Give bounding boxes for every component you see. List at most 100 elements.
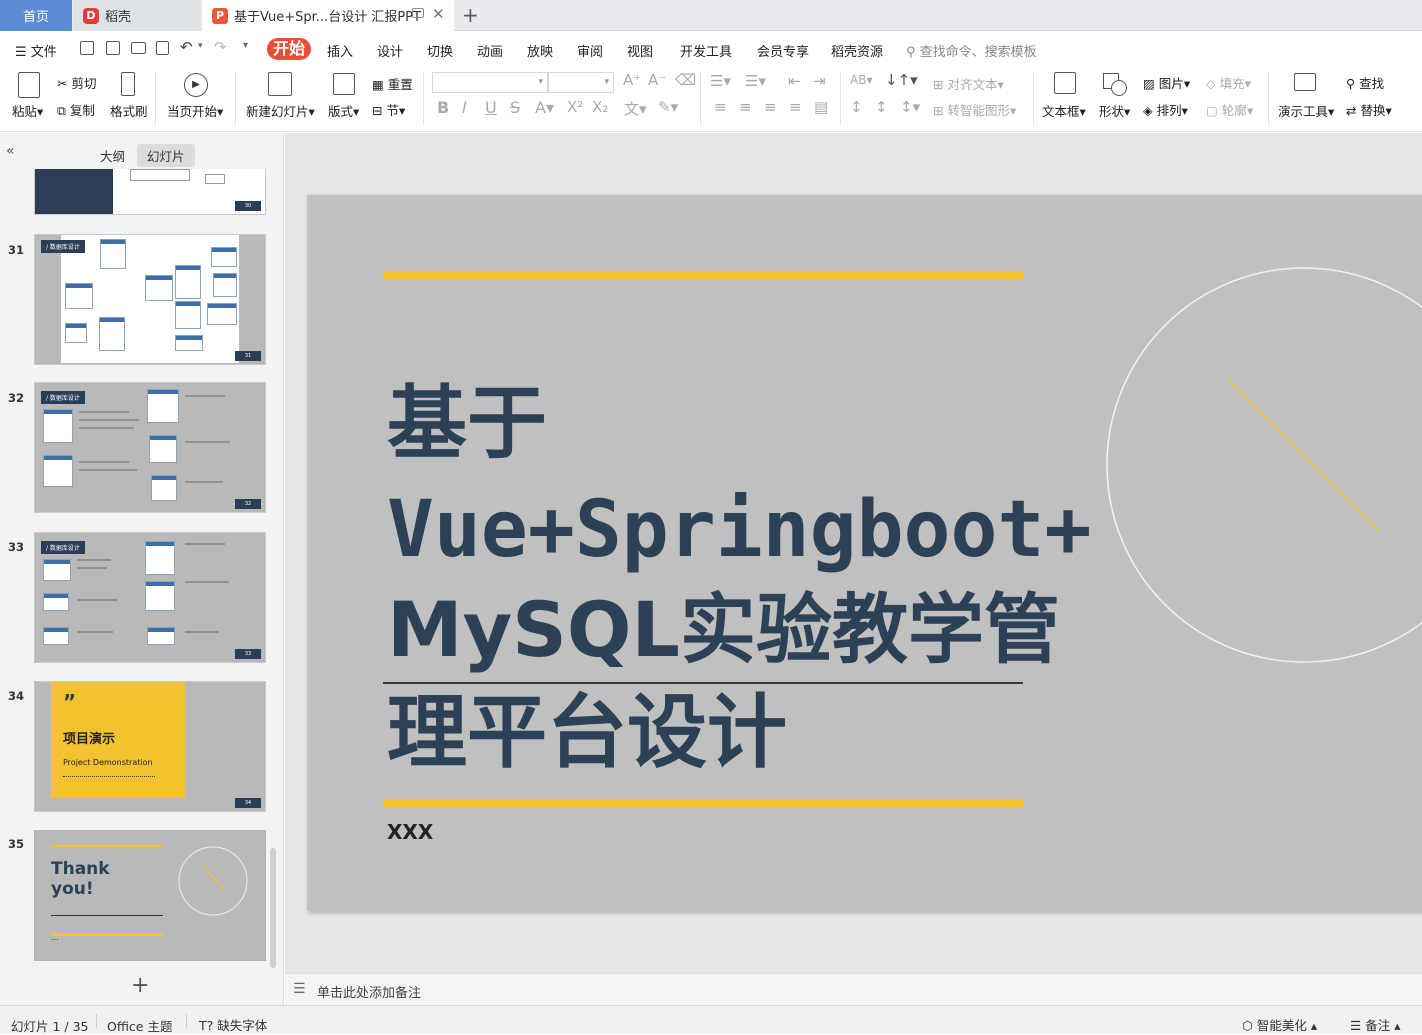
slide-thumbnail-34[interactable]: ” 项目演示 Project Demonstration 34	[34, 681, 266, 812]
menu-docer-resources[interactable]: 稻壳资源	[831, 41, 883, 60]
shrink-font-icon[interactable]: A⁻	[648, 71, 666, 89]
notes-toggle-button[interactable]: ☰ 备注 ▴	[1350, 1015, 1400, 1034]
shape-button[interactable]: 形状▾	[1099, 101, 1130, 120]
menu-insert[interactable]: 插入	[327, 41, 353, 60]
tab-slides[interactable]: 幻灯片	[137, 144, 195, 167]
section-button[interactable]: ⊟ 节▾	[372, 100, 405, 119]
align-center-icon[interactable]: ≡	[739, 98, 752, 116]
find-button[interactable]: ⚲ 查找	[1346, 73, 1384, 92]
current-slide[interactable]: 基于 Vue+Springboot+ MySQL实验教学管 理平台设计 XXX	[307, 195, 1422, 911]
justify-icon[interactable]: ≡	[789, 98, 802, 116]
tab-docer[interactable]: D 稻壳	[73, 0, 201, 31]
grow-font-icon[interactable]: A⁺	[623, 71, 641, 89]
layout-button[interactable]: 版式▾	[328, 101, 359, 120]
superscript-icon[interactable]: X²	[567, 98, 583, 116]
font-color-icon[interactable]: A▾	[535, 98, 554, 117]
slide-thumbnail-35[interactable]: Thank you! ...	[34, 830, 266, 961]
menu-design[interactable]: 设计	[377, 41, 403, 60]
menu-developer[interactable]: 开发工具	[680, 41, 732, 60]
pane-scrollbar[interactable]	[270, 848, 276, 968]
menu-member[interactable]: 会员专享	[757, 41, 809, 60]
menu-view[interactable]: 视图	[627, 41, 653, 60]
slide-thumbnail-33[interactable]: / 数据库设计 33	[34, 532, 266, 663]
align-right-icon[interactable]: ≡	[764, 98, 777, 116]
text-direction-icon[interactable]: AB▾	[850, 73, 872, 87]
slide-thumbnail-32[interactable]: / 数据库设计 32	[34, 382, 266, 513]
picture-button[interactable]: ▨ 图片▾	[1143, 73, 1190, 92]
align-left-icon[interactable]: ≡	[714, 98, 727, 116]
collapse-pane-icon[interactable]: «	[6, 143, 15, 159]
sort-icon[interactable]: ↓↑▾	[885, 71, 918, 89]
subscript-icon[interactable]: X₂	[592, 98, 608, 116]
copy-button[interactable]: ⧉ 复制	[57, 100, 95, 119]
reset-button[interactable]: ▦ 重置	[372, 74, 413, 93]
slide-thumbnail-31[interactable]: / 数据库设计 31	[34, 234, 266, 365]
format-painter-button[interactable]: 格式刷	[110, 101, 148, 120]
italic-icon[interactable]: I	[462, 98, 467, 117]
bold-icon[interactable]: B	[437, 98, 449, 117]
bottom-accent-bar	[383, 799, 1023, 808]
screen-icon[interactable]	[412, 8, 424, 18]
slide-title-line4[interactable]: 理平台设计	[387, 688, 787, 778]
arrange-button[interactable]: ◈ 排列▾	[1143, 100, 1188, 119]
presenter-tools-button[interactable]: 演示工具▾	[1278, 101, 1334, 120]
theme-name[interactable]: Office 主题	[107, 1016, 172, 1035]
numbered-list-icon[interactable]: ☰▾	[745, 72, 766, 90]
slide-title-line2[interactable]: Vue+Springboot+	[387, 485, 1091, 575]
missing-font-button[interactable]: T? 缺失字体	[199, 1015, 267, 1034]
distribute-icon[interactable]: ▤	[814, 98, 828, 116]
cut-button[interactable]: ✂ 剪切	[57, 73, 96, 92]
tab-home[interactable]: 首页	[0, 0, 72, 31]
new-slide-button[interactable]: 新建幻灯片▾	[246, 101, 315, 120]
add-slide-button[interactable]: +	[131, 973, 149, 998]
font-family-select[interactable]: ▾	[432, 72, 548, 93]
increase-indent-icon[interactable]: ⇥	[813, 72, 826, 90]
menu-transition[interactable]: 切换	[427, 41, 453, 60]
command-search[interactable]: ⚲ 查找命令、搜索模板	[906, 41, 1037, 60]
spacing-options-icon[interactable]: ↕▾	[900, 98, 920, 116]
print-icon[interactable]	[131, 42, 146, 54]
decrease-indent-icon[interactable]: ⇤	[788, 72, 801, 90]
phonetic-icon[interactable]: 文▾	[624, 98, 647, 119]
new-tab-button[interactable]: +	[462, 3, 479, 27]
replace-button[interactable]: ⇄ 替换▾	[1346, 100, 1392, 119]
paragraph-spacing-icon[interactable]: ↕	[875, 98, 888, 116]
notes-placeholder[interactable]: 单击此处添加备注	[317, 982, 421, 1001]
close-tab-icon[interactable]: ✕	[432, 5, 445, 23]
undo-dropdown-icon[interactable]: ▾	[198, 41, 203, 51]
notes-panel[interactable]: ☰ 单击此处添加备注	[285, 973, 1422, 1005]
smart-shape-button[interactable]: ⊞ 转智能图形▾	[933, 100, 1016, 119]
tab-document[interactable]: P 基于Vue+Spr...台设计 汇报PPT ✕	[202, 0, 454, 31]
tab-outline[interactable]: 大纲	[90, 144, 135, 167]
underline-icon[interactable]: U	[485, 98, 497, 117]
export-icon[interactable]	[106, 41, 120, 55]
customize-dropdown-icon[interactable]: ▾	[243, 40, 248, 51]
menu-start[interactable]: 开始	[267, 38, 311, 60]
line-spacing-icon[interactable]: ↕	[850, 98, 863, 116]
undo-icon[interactable]: ↶	[180, 38, 193, 56]
align-text-button[interactable]: ⊞ 对齐文本▾	[933, 74, 1004, 93]
from-current-button[interactable]: 当页开始▾	[167, 101, 223, 120]
bullet-list-icon[interactable]: ☰▾	[710, 72, 731, 90]
paste-button[interactable]: 粘贴▾	[12, 101, 43, 120]
strikethrough-icon[interactable]: S	[510, 98, 520, 117]
fill-icon: ◇	[1206, 76, 1216, 91]
clear-format-icon[interactable]: ⌫	[675, 71, 696, 89]
outline-button[interactable]: ▢ 轮廓▾	[1206, 100, 1253, 119]
slide-title-line1[interactable]: 基于	[387, 379, 547, 469]
slide-thumbnail-30[interactable]: 30	[34, 169, 266, 215]
fill-button[interactable]: ◇ 填充▾	[1206, 73, 1251, 92]
slide-author[interactable]: XXX	[387, 820, 433, 844]
menu-animation[interactable]: 动画	[477, 41, 503, 60]
font-size-select[interactable]: ▾	[548, 72, 614, 93]
save-icon[interactable]	[80, 41, 94, 55]
redo-icon[interactable]: ↷	[214, 38, 227, 56]
preview-icon[interactable]	[156, 41, 169, 55]
highlight-icon[interactable]: ✎▾	[658, 98, 678, 116]
textbox-button[interactable]: 文本框▾	[1042, 101, 1086, 120]
menu-file[interactable]: ☰ 文件	[15, 41, 57, 60]
menu-review[interactable]: 审阅	[577, 41, 603, 60]
beautify-button[interactable]: ⬡ 智能美化 ▴	[1242, 1015, 1317, 1034]
menu-slideshow[interactable]: 放映	[527, 41, 553, 60]
slide-title-line3[interactable]: MySQL实验教学管	[387, 585, 1060, 675]
